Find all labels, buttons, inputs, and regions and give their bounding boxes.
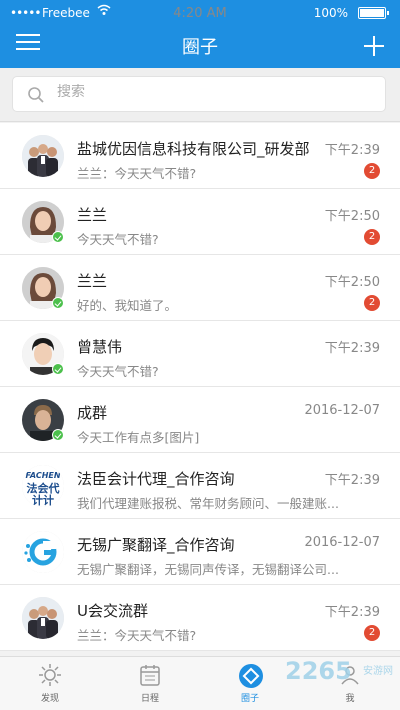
online-check-icon bbox=[52, 363, 64, 375]
circle-icon bbox=[238, 663, 263, 688]
page-title: 圈子 bbox=[182, 37, 218, 58]
conversation-preview: 今天工作有点多[图片] bbox=[77, 430, 200, 445]
battery-percent: 100% bbox=[313, 6, 348, 20]
conversation-preview: 兰兰：今天天气不错? bbox=[77, 628, 197, 643]
conversation-time: 下午2:39 bbox=[324, 143, 380, 158]
conversation-name: 曾慧伟 bbox=[77, 338, 123, 356]
online-check-icon bbox=[52, 231, 64, 243]
tab-label: 日程 bbox=[140, 694, 159, 704]
calendar-icon bbox=[138, 663, 162, 687]
tab-label: 发现 bbox=[40, 694, 59, 704]
watermark-sub: 安游网 bbox=[363, 666, 393, 677]
search-icon bbox=[28, 87, 44, 103]
svg-text:FACHEN: FACHEN bbox=[25, 471, 60, 480]
unread-badge: 2 bbox=[364, 625, 380, 641]
conversation-row[interactable]: 曾慧伟今天天气不错? 下午2:39 bbox=[0, 321, 400, 387]
conversation-name: 成群 bbox=[77, 404, 108, 422]
conversation-time: 下午2:39 bbox=[324, 473, 380, 488]
status-bar: ••••• Freebee 4:20 AM 100% bbox=[0, 0, 400, 26]
conversation-time: 2016-12-07 bbox=[304, 535, 380, 550]
tab-label: 我 bbox=[345, 694, 355, 704]
svg-text:法会代: 法会代 bbox=[27, 481, 60, 495]
conversation-row[interactable]: U会交流群兰兰：今天天气不错? 下午2:39 2 bbox=[0, 585, 400, 651]
online-check-icon bbox=[52, 297, 64, 309]
conversation-name: 法臣会计代理_合作咨询 bbox=[77, 470, 235, 488]
conversation-preview: 好的、我知道了。 bbox=[77, 298, 178, 313]
unread-badge: 2 bbox=[364, 163, 380, 179]
conversation-name: 兰兰 bbox=[77, 272, 108, 290]
conversation-list: 盐城优因信息科技有限公司_研发部 兰兰：今天天气不错? 下午2:39 2 兰兰 今天天气不… bbox=[0, 123, 400, 651]
search-box[interactable] bbox=[12, 76, 386, 112]
avatar bbox=[22, 597, 64, 639]
search-input[interactable] bbox=[57, 84, 357, 100]
conversation-preview: 兰兰：今天天气不错? bbox=[77, 166, 197, 181]
conversation-row[interactable]: 无锡广聚翻译_合作咨询无锡广聚翻译，无锡同声传译，无锡翻译公司... 2016-1… bbox=[0, 519, 400, 585]
conversation-row[interactable]: 兰兰今天天气不错? 下午2:50 2 bbox=[0, 189, 400, 255]
conversation-name: U会交流群 bbox=[77, 602, 148, 620]
svg-text:计计: 计计 bbox=[32, 493, 54, 507]
tab-calendar[interactable]: 日程 bbox=[100, 657, 200, 710]
battery-icon bbox=[358, 7, 389, 19]
avatar: FACHEN 法会代 计计 bbox=[22, 465, 64, 507]
add-button[interactable] bbox=[364, 36, 384, 56]
unread-badge: 2 bbox=[364, 295, 380, 311]
conversation-row[interactable]: 兰兰好的、我知道了。 下午2:50 2 bbox=[0, 255, 400, 321]
unread-badge: 2 bbox=[364, 229, 380, 245]
conversation-time: 下午2:39 bbox=[324, 605, 380, 620]
conversation-time: 下午2:50 bbox=[324, 275, 380, 290]
conversation-preview: 我们代理建账报税、常年财务顾问、一般建账... bbox=[77, 496, 339, 511]
conversation-name: 兰兰 bbox=[77, 206, 108, 224]
conversation-time: 下午2:39 bbox=[324, 341, 380, 356]
tab-label: 圈子 bbox=[240, 694, 259, 704]
conversation-name: 无锡广聚翻译_合作咨询 bbox=[77, 536, 235, 554]
conversation-time: 2016-12-07 bbox=[304, 403, 380, 418]
tab-discover[interactable]: 发现 bbox=[0, 657, 100, 710]
conversation-name: 盐城优因信息科技有限公司_研发部 bbox=[77, 140, 310, 158]
discover-icon bbox=[38, 663, 62, 687]
conversation-row[interactable]: 成群今天工作有点多[图片] 2016-12-07 bbox=[0, 387, 400, 453]
conversation-row[interactable]: 盐城优因信息科技有限公司_研发部 兰兰：今天天气不错? 下午2:39 2 bbox=[0, 123, 400, 189]
avatar bbox=[22, 531, 64, 573]
avatar bbox=[22, 135, 64, 177]
online-check-icon bbox=[52, 429, 64, 441]
conversation-preview: 今天天气不错? bbox=[77, 232, 159, 247]
conversation-preview: 无锡广聚翻译，无锡同声传译，无锡翻译公司... bbox=[77, 562, 339, 577]
watermark-text: 2265 bbox=[285, 657, 352, 685]
search-bar bbox=[0, 68, 400, 122]
conversation-time: 下午2:50 bbox=[324, 209, 380, 224]
conversation-preview: 今天天气不错? bbox=[77, 364, 159, 379]
header-bar: ••••• Freebee 4:20 AM 100% 圈子 bbox=[0, 0, 400, 68]
watermark-logo: 2265 安游网 bbox=[285, 657, 399, 687]
conversation-row[interactable]: FACHEN 法会代 计计 法臣会计代理_合作咨询 我们代理建账报税、常年财务顾问、一般… bbox=[0, 453, 400, 519]
